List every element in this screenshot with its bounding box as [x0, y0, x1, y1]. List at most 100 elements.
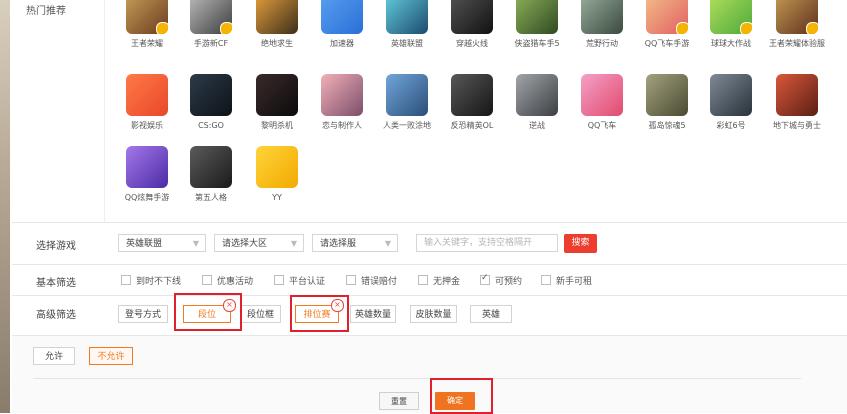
filter-checkbox[interactable]: 错误赔付: [346, 274, 397, 287]
game-item[interactable]: 王者荣耀体验服: [766, 0, 828, 49]
game-name: 手游新CF: [193, 39, 229, 48]
disallow-option[interactable]: 不允许: [89, 347, 133, 365]
advanced-filter-label: 高级筛选: [36, 310, 76, 321]
game-item[interactable]: 彩虹6号: [700, 74, 762, 131]
warrior-icon: [516, 74, 558, 116]
game-item[interactable]: YY: [246, 146, 308, 203]
checkbox-icon[interactable]: [121, 275, 131, 285]
game-name: 荒野行动: [586, 39, 618, 48]
game-item[interactable]: 侠盗猎车手5: [506, 0, 568, 49]
label-divider: [104, 0, 105, 222]
divider: [33, 378, 801, 379]
game-name: 球球大作战: [711, 39, 751, 48]
game-item[interactable]: 孤岛惊魂5: [636, 74, 698, 131]
game-name: 人类一败涂地: [383, 121, 431, 130]
divider: [12, 295, 847, 296]
chevron-down-icon: ▼: [384, 239, 391, 248]
game-select[interactable]: 英雄联盟 ▼: [118, 234, 206, 252]
divider: [12, 222, 847, 223]
background-edge: [0, 0, 10, 413]
game-item[interactable]: 加速器: [311, 0, 373, 49]
filter-tag[interactable]: 皮肤数量: [410, 305, 457, 323]
filter-tag-label: 段位框: [246, 310, 274, 320]
game-item[interactable]: QQ飞车: [571, 74, 633, 131]
highlight-box: [290, 295, 349, 332]
highlight-box: [430, 378, 493, 414]
game-item[interactable]: 穿越火线: [441, 0, 503, 49]
server-select[interactable]: 请选择服 ▼: [312, 234, 398, 252]
game-item[interactable]: 黎明杀机: [246, 74, 308, 131]
game-item[interactable]: 第五人格: [180, 146, 242, 203]
game-item[interactable]: 王者荣耀: [116, 0, 178, 49]
badge-icon: [220, 22, 232, 34]
checkbox-label: 平台认证: [289, 277, 326, 287]
game-item[interactable]: 人类一败涂地: [376, 74, 438, 131]
game-item[interactable]: 地下城与勇士: [766, 74, 828, 131]
checkbox-icon[interactable]: [274, 275, 284, 285]
game-name: QQ飞车: [587, 121, 617, 130]
badge-icon: [740, 22, 752, 34]
checkbox-icon[interactable]: [202, 275, 212, 285]
dance-icon: [126, 146, 168, 188]
game-name: YY: [272, 193, 282, 202]
search-button[interactable]: 搜索: [564, 234, 597, 253]
csgo-icon: [190, 74, 232, 116]
filter-tag-label: 英雄数量: [354, 310, 391, 320]
game-item[interactable]: 球球大作战: [700, 0, 762, 49]
checkbox-label: 可预约: [495, 277, 523, 287]
game-item[interactable]: CS:GO: [180, 74, 242, 131]
keyword-search-input[interactable]: [416, 234, 558, 252]
filter-tag[interactable]: 英雄数量: [350, 305, 396, 323]
game-item[interactable]: 英雄联盟: [376, 0, 438, 49]
filter-checkbox[interactable]: 可预约: [480, 273, 523, 287]
chevron-down-icon: ▼: [192, 239, 199, 248]
yy-icon: [256, 146, 298, 188]
checkbox-icon[interactable]: [541, 275, 551, 285]
game-item[interactable]: QQ飞车手游: [636, 0, 698, 49]
filter-tag-label: 登号方式: [124, 310, 161, 320]
hero-icon: [126, 0, 168, 34]
game-name: 王者荣耀: [131, 39, 163, 48]
game-name: 影视娱乐: [131, 121, 163, 130]
game-item[interactable]: 反恐精英OL: [441, 74, 503, 131]
allow-option[interactable]: 允许: [33, 347, 75, 365]
checkbox-icon[interactable]: [346, 275, 356, 285]
reset-button[interactable]: 重置: [379, 392, 419, 410]
filter-checkbox[interactable]: 到时不下线: [121, 274, 181, 287]
game-item[interactable]: 手游新CF: [180, 0, 242, 49]
game-item[interactable]: 荒野行动: [571, 0, 633, 49]
cf-icon: [451, 0, 493, 34]
game-item[interactable]: 恋与制作人: [311, 74, 373, 131]
filter-checkbox[interactable]: 新手可租: [541, 274, 592, 287]
region-select[interactable]: 请选择大区 ▼: [214, 234, 304, 252]
checkbox-icon[interactable]: [480, 273, 490, 285]
filter-tag-label: 英雄: [481, 310, 500, 320]
checkbox-label: 优惠活动: [217, 277, 254, 287]
checkbox-icon[interactable]: [418, 275, 428, 285]
game-name: QQ炫舞手游: [124, 193, 170, 202]
checkbox-label: 无押金: [433, 277, 461, 287]
game-name: 地下城与勇士: [773, 121, 821, 130]
dbd-icon: [256, 74, 298, 116]
filter-checkbox[interactable]: 平台认证: [274, 274, 325, 287]
game-item[interactable]: 影视娱乐: [116, 74, 178, 131]
region-select-value: 请选择大区: [222, 239, 268, 249]
game-item[interactable]: 逆战: [506, 74, 568, 131]
filter-tag-label: 皮肤数量: [415, 310, 452, 320]
pubg-icon: [256, 0, 298, 34]
game-item[interactable]: 绝地求生: [246, 0, 308, 49]
server-select-value: 请选择服: [320, 239, 357, 249]
filter-checkbox[interactable]: 优惠活动: [202, 274, 253, 287]
game-name: 恋与制作人: [322, 121, 362, 130]
filter-checkbox[interactable]: 无押金: [418, 274, 460, 287]
filter-tag[interactable]: 登号方式: [118, 305, 168, 323]
game-select-value: 英雄联盟: [126, 239, 163, 249]
divider: [12, 264, 847, 265]
filter-tag[interactable]: 段位框: [240, 305, 281, 323]
filter-tag[interactable]: 英雄: [470, 305, 512, 323]
game-item[interactable]: QQ炫舞手游: [116, 146, 178, 203]
ball-icon: [710, 0, 752, 34]
game-name: 侠盗猎车手5: [514, 39, 560, 48]
badge-icon: [676, 22, 688, 34]
game-name: 王者荣耀体验服: [769, 39, 825, 48]
